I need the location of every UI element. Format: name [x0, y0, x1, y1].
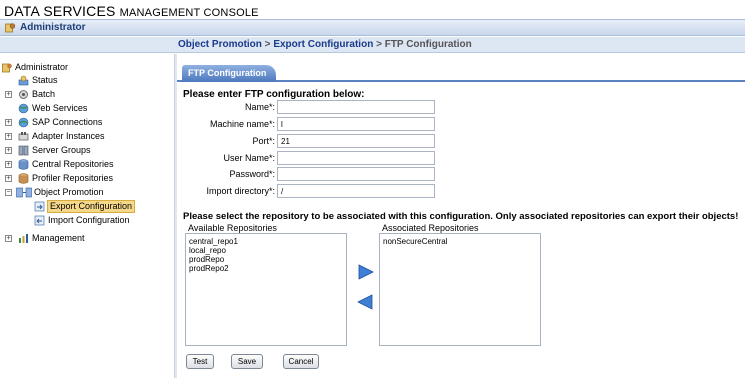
import-configuration-icon — [34, 215, 45, 226]
profiler-repositories-icon — [18, 173, 29, 184]
test-button[interactable]: Test — [186, 354, 214, 369]
associated-repositories-list[interactable]: nonSecureCentral — [379, 233, 541, 346]
tree-item-import-configuration[interactable]: Import Configuration — [2, 214, 172, 227]
tree-label: Status — [32, 75, 58, 85]
object-promotion-icon — [16, 187, 32, 198]
port-field[interactable] — [277, 134, 435, 148]
list-item[interactable]: nonSecureCentral — [380, 237, 540, 246]
tree-label: Object Promotion — [34, 187, 104, 197]
remove-repository-arrow-icon[interactable] — [356, 293, 374, 311]
list-item[interactable]: central_repo1 — [186, 237, 346, 246]
sap-connections-icon — [18, 117, 29, 128]
main-panel: FTP Configuration Please enter FTP confi… — [177, 54, 745, 378]
app-title: DATA SERVICES MANAGEMENT CONSOLE — [4, 3, 259, 19]
list-item[interactable]: prodRepo2 — [186, 264, 346, 273]
breadcrumb-separator: > — [261, 39, 274, 50]
breadcrumb: Object Promotion > Export Configuration … — [178, 39, 472, 50]
name-field[interactable] — [277, 100, 435, 114]
list-item[interactable]: prodRepo — [186, 255, 346, 264]
batch-icon — [19, 90, 28, 99]
tree-label: Management — [32, 233, 85, 243]
tree-item-profiler-repositories[interactable]: + Profiler Repositories — [2, 172, 172, 185]
expand-icon[interactable]: + — [5, 133, 12, 140]
status-icon — [18, 75, 29, 86]
tree-item-export-configuration[interactable]: Export Configuration — [2, 200, 172, 213]
available-repositories-label: Available Repositories — [188, 223, 277, 233]
tab-ftp-configuration[interactable]: FTP Configuration — [182, 65, 277, 82]
administrator-icon — [5, 23, 16, 33]
form-heading: Please enter FTP configuration below: — [183, 89, 365, 100]
tree-item-management[interactable]: + Management — [2, 232, 172, 245]
tree-item-adapter-instances[interactable]: + Adapter Instances — [2, 130, 172, 143]
tree-label: SAP Connections — [32, 117, 103, 127]
expand-icon[interactable]: + — [5, 91, 12, 98]
repository-heading: Please select the repository to be assoc… — [183, 211, 739, 222]
tree-label: Adapter Instances — [32, 131, 105, 141]
user-name-field[interactable] — [277, 151, 435, 165]
export-configuration-icon — [34, 201, 45, 212]
available-repositories-list[interactable]: central_repo1 local_repo prodRepo prodRe… — [185, 233, 347, 346]
tree-item-batch[interactable]: + Batch — [2, 88, 172, 101]
breadcrumb-current: FTP Configuration — [384, 39, 472, 50]
breadcrumb-export-configuration[interactable]: Export Configuration — [273, 39, 373, 50]
associated-repositories-label: Associated Repositories — [382, 223, 479, 233]
tab-strip: FTP Configuration — [177, 62, 745, 82]
tree-label: Import Configuration — [48, 215, 130, 225]
cancel-button[interactable]: Cancel — [283, 354, 319, 369]
tree-item-object-promotion[interactable]: − Object Promotion — [2, 186, 172, 199]
expand-icon[interactable]: + — [5, 147, 12, 154]
web-services-icon — [18, 103, 29, 114]
app-title-main: DATA SERVICES — [4, 3, 120, 19]
tree-item-status[interactable]: Status — [2, 74, 172, 87]
tree-item-sap-connections[interactable]: + SAP Connections — [2, 116, 172, 129]
navigation-tree: Administrator Status + Batch Web Service… — [0, 54, 174, 378]
expand-icon[interactable]: + — [5, 161, 12, 168]
machine-name-field[interactable] — [277, 117, 435, 131]
management-icon — [19, 234, 28, 243]
collapse-icon[interactable]: − — [5, 189, 12, 196]
server-groups-icon — [18, 145, 29, 156]
tree-label: Web Services — [32, 103, 88, 113]
expand-icon[interactable]: + — [5, 235, 12, 242]
tree-label: Batch — [32, 89, 56, 99]
tree-label: Server Groups — [32, 145, 91, 155]
add-repository-arrow-icon[interactable] — [357, 263, 375, 281]
tree-label: Central Repositories — [32, 159, 114, 169]
tree-label: Administrator — [15, 62, 69, 72]
password-field[interactable] — [277, 167, 435, 181]
tree-item-server-groups[interactable]: + Server Groups — [2, 144, 172, 157]
tree-label: Profiler Repositories — [32, 173, 114, 183]
adapter-icon — [18, 132, 29, 141]
save-button[interactable]: Save — [231, 354, 263, 369]
tree-item-web-services[interactable]: Web Services — [2, 102, 172, 115]
tree-item-central-repositories[interactable]: + Central Repositories — [2, 158, 172, 171]
expand-icon[interactable]: + — [5, 175, 12, 182]
breadcrumb-object-promotion[interactable]: Object Promotion — [178, 39, 262, 50]
import-directory-field[interactable] — [277, 184, 435, 198]
port-label: Port*: — [252, 136, 275, 146]
import-directory-label: Import directory*: — [206, 186, 275, 196]
password-label: Password*: — [229, 169, 275, 179]
breadcrumb-separator: > — [373, 39, 385, 50]
tree-item-administrator[interactable]: Administrator — [2, 61, 172, 74]
list-item[interactable]: local_repo — [186, 246, 346, 255]
app-title-sub: MANAGEMENT CONSOLE — [119, 7, 259, 19]
admin-bar: Administrator — [0, 19, 745, 36]
central-repositories-icon — [18, 159, 29, 170]
tree-label: Export Configuration — [47, 200, 136, 213]
admin-bar-label[interactable]: Administrator — [20, 22, 86, 33]
expand-icon[interactable]: + — [5, 119, 12, 126]
administrator-icon — [2, 63, 12, 73]
breadcrumb-bar: Object Promotion > Export Configuration … — [0, 37, 745, 53]
user-name-label: User Name*: — [223, 153, 275, 163]
name-label: Name*: — [244, 102, 275, 112]
machine-name-label: Machine name*: — [209, 119, 275, 129]
